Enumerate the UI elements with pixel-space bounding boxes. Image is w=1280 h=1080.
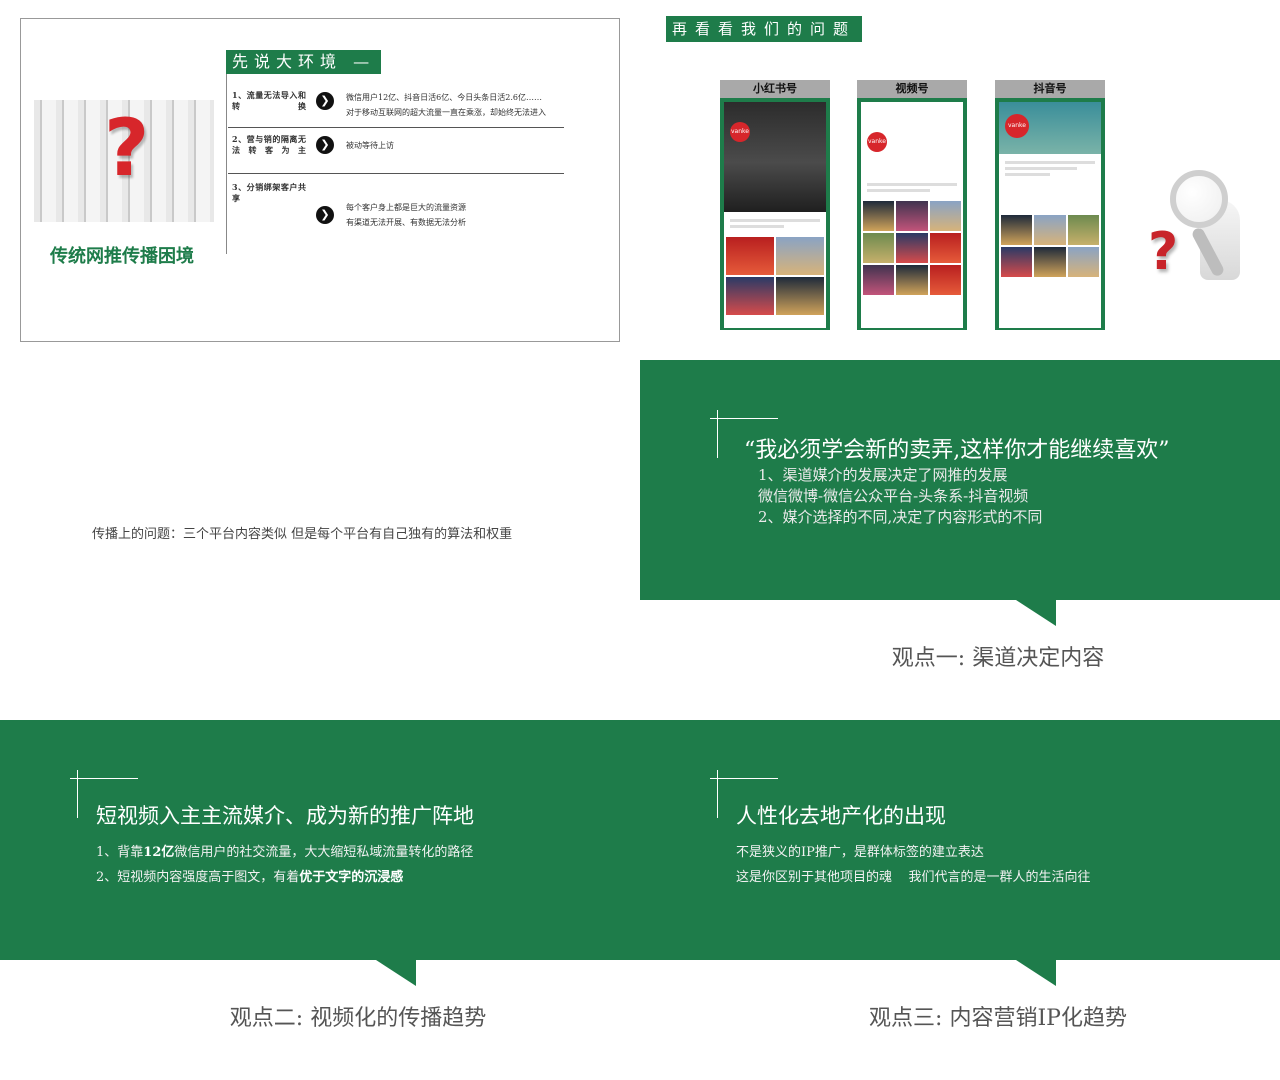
callout-title: 人性化去地产化的出现 — [736, 804, 946, 828]
callout-line: 不是狭义的IP推广，是群体标签的建立表达 — [736, 845, 984, 860]
arrow-right-icon: ❯ — [316, 136, 334, 154]
vanke-logo-icon: vanke — [1005, 114, 1029, 138]
problem-label: 1、流量无法导入和转换 — [232, 90, 306, 111]
question-mark-icon: ? — [104, 104, 150, 194]
callout-line: 微信微博-微信公众平台-头条系-抖音视频 — [758, 487, 1029, 505]
problem-row: 2、营与销的隔离无法转客为主 ❯ 被动等待上访 — [228, 128, 564, 174]
slide-propagation-problem: 传播上的问题：三个平台内容类似 但是每个平台有自己独有的算法和权重 — [0, 360, 640, 720]
slide-title: 传统网推传播困境 — [50, 246, 194, 267]
problem-label: 2、营与销的隔离无法转客为主 — [232, 134, 306, 155]
callout-title: “我必须学会新的卖弄,这样你才能继续喜欢” — [744, 438, 1170, 463]
callout-line: 1、渠道媒介的发展决定了网推的发展 — [758, 466, 1008, 484]
phone-title: 视频号 — [857, 80, 967, 98]
phone-screen: vanke — [724, 102, 826, 328]
phone-screenshot-shipinhao: 视频号 vanke — [857, 80, 967, 330]
phone-screenshot-xiaohongshu: 小红书号 vanke — [720, 80, 830, 330]
green-callout — [0, 720, 640, 960]
callout-line: 2、短视频内容强度高于图文，有着优于文字的沉浸感 — [96, 870, 404, 885]
phone-title: 小红书号 — [720, 80, 830, 98]
section-heading: 再看看我们的问题 — [666, 16, 863, 42]
phone-title: 抖音号 — [995, 80, 1105, 98]
section-heading: 先说大环境 — — [226, 50, 382, 74]
callout-title: 短视频入主主流媒介、成为新的推广阵地 — [96, 804, 474, 828]
slide-caption: 传播上的问题：三个平台内容类似 但是每个平台有自己独有的算法和权重 — [92, 527, 513, 542]
divider — [226, 74, 227, 254]
problem-description: 微信用户12亿、抖音日活6亿、今日头条日活2.6亿…… 对于移动互联网的超大流量… — [346, 93, 546, 117]
callout-tail — [1016, 960, 1056, 986]
maze-question-image: ? — [34, 100, 214, 222]
viewpoint-caption: 观点三: 内容营销IP化趋势 — [869, 1006, 1127, 1031]
green-callout — [640, 720, 1280, 960]
callout-tail — [1016, 600, 1056, 626]
viewpoint-caption: 观点二: 视频化的传播趋势 — [229, 1006, 487, 1031]
callout-line: 2、媒介选择的不同,决定了内容形式的不同 — [758, 508, 1043, 526]
vanke-logo-icon: vanke — [730, 122, 750, 142]
question-mark-icon: ? — [1148, 222, 1179, 282]
problem-description: 被动等待上访 — [346, 141, 394, 150]
magnifier-icon — [1170, 170, 1228, 228]
magnifier-figure-image: ? — [1140, 160, 1250, 290]
phone-screenshot-douyin: 抖音号 vanke — [995, 80, 1105, 330]
slide-viewpoint-2: 短视频入主主流媒介、成为新的推广阵地 1、背靠12亿微信用户的社交流量，大大缩短… — [0, 720, 640, 1080]
problem-description: 每个客户身上都是巨大的流量资源 有渠道无法开展、有数据无法分析 — [346, 203, 466, 227]
viewpoint-caption: 观点一: 渠道决定内容 — [891, 646, 1105, 671]
problem-row: 1、流量无法导入和转换 ❯ 微信用户12亿、抖音日活6亿、今日头条日活2.6亿…… — [228, 84, 564, 128]
slide-environment: 先说大环境 — ? 传统网推传播困境 1、流量无法导入和转换 ❯ 微信用户12亿… — [0, 0, 640, 360]
problem-label: 3、分销绑架客户共享 — [232, 182, 306, 203]
callout-tail — [376, 960, 416, 986]
slide-viewpoint-1: “我必须学会新的卖弄,这样你才能继续喜欢” 1、渠道媒介的发展决定了网推的发展 … — [640, 360, 1280, 720]
phone-screen: vanke — [999, 102, 1101, 328]
arrow-right-icon: ❯ — [316, 92, 334, 110]
callout-line: 1、背靠12亿微信用户的社交流量，大大缩短私域流量转化的路径 — [96, 845, 474, 860]
slide-viewpoint-3: 人性化去地产化的出现 不是狭义的IP推广，是群体标签的建立表达 这是你区别于其他… — [640, 720, 1280, 1080]
phone-screen: vanke — [861, 102, 963, 328]
arrow-right-icon: ❯ — [316, 206, 334, 224]
callout-line: 这是你区别于其他项目的魂 我们代言的是一群人的生活向往 — [736, 870, 1091, 885]
problem-row: 3、分销绑架客户共享 ❯ 每个客户身上都是巨大的流量资源 有渠道无法开展、有数据… — [228, 176, 564, 227]
slide-our-problems: 再看看我们的问题 小红书号 vanke 视频号 vanke 抖音号 vanke — [640, 0, 1280, 360]
vanke-logo-icon: vanke — [867, 132, 887, 152]
